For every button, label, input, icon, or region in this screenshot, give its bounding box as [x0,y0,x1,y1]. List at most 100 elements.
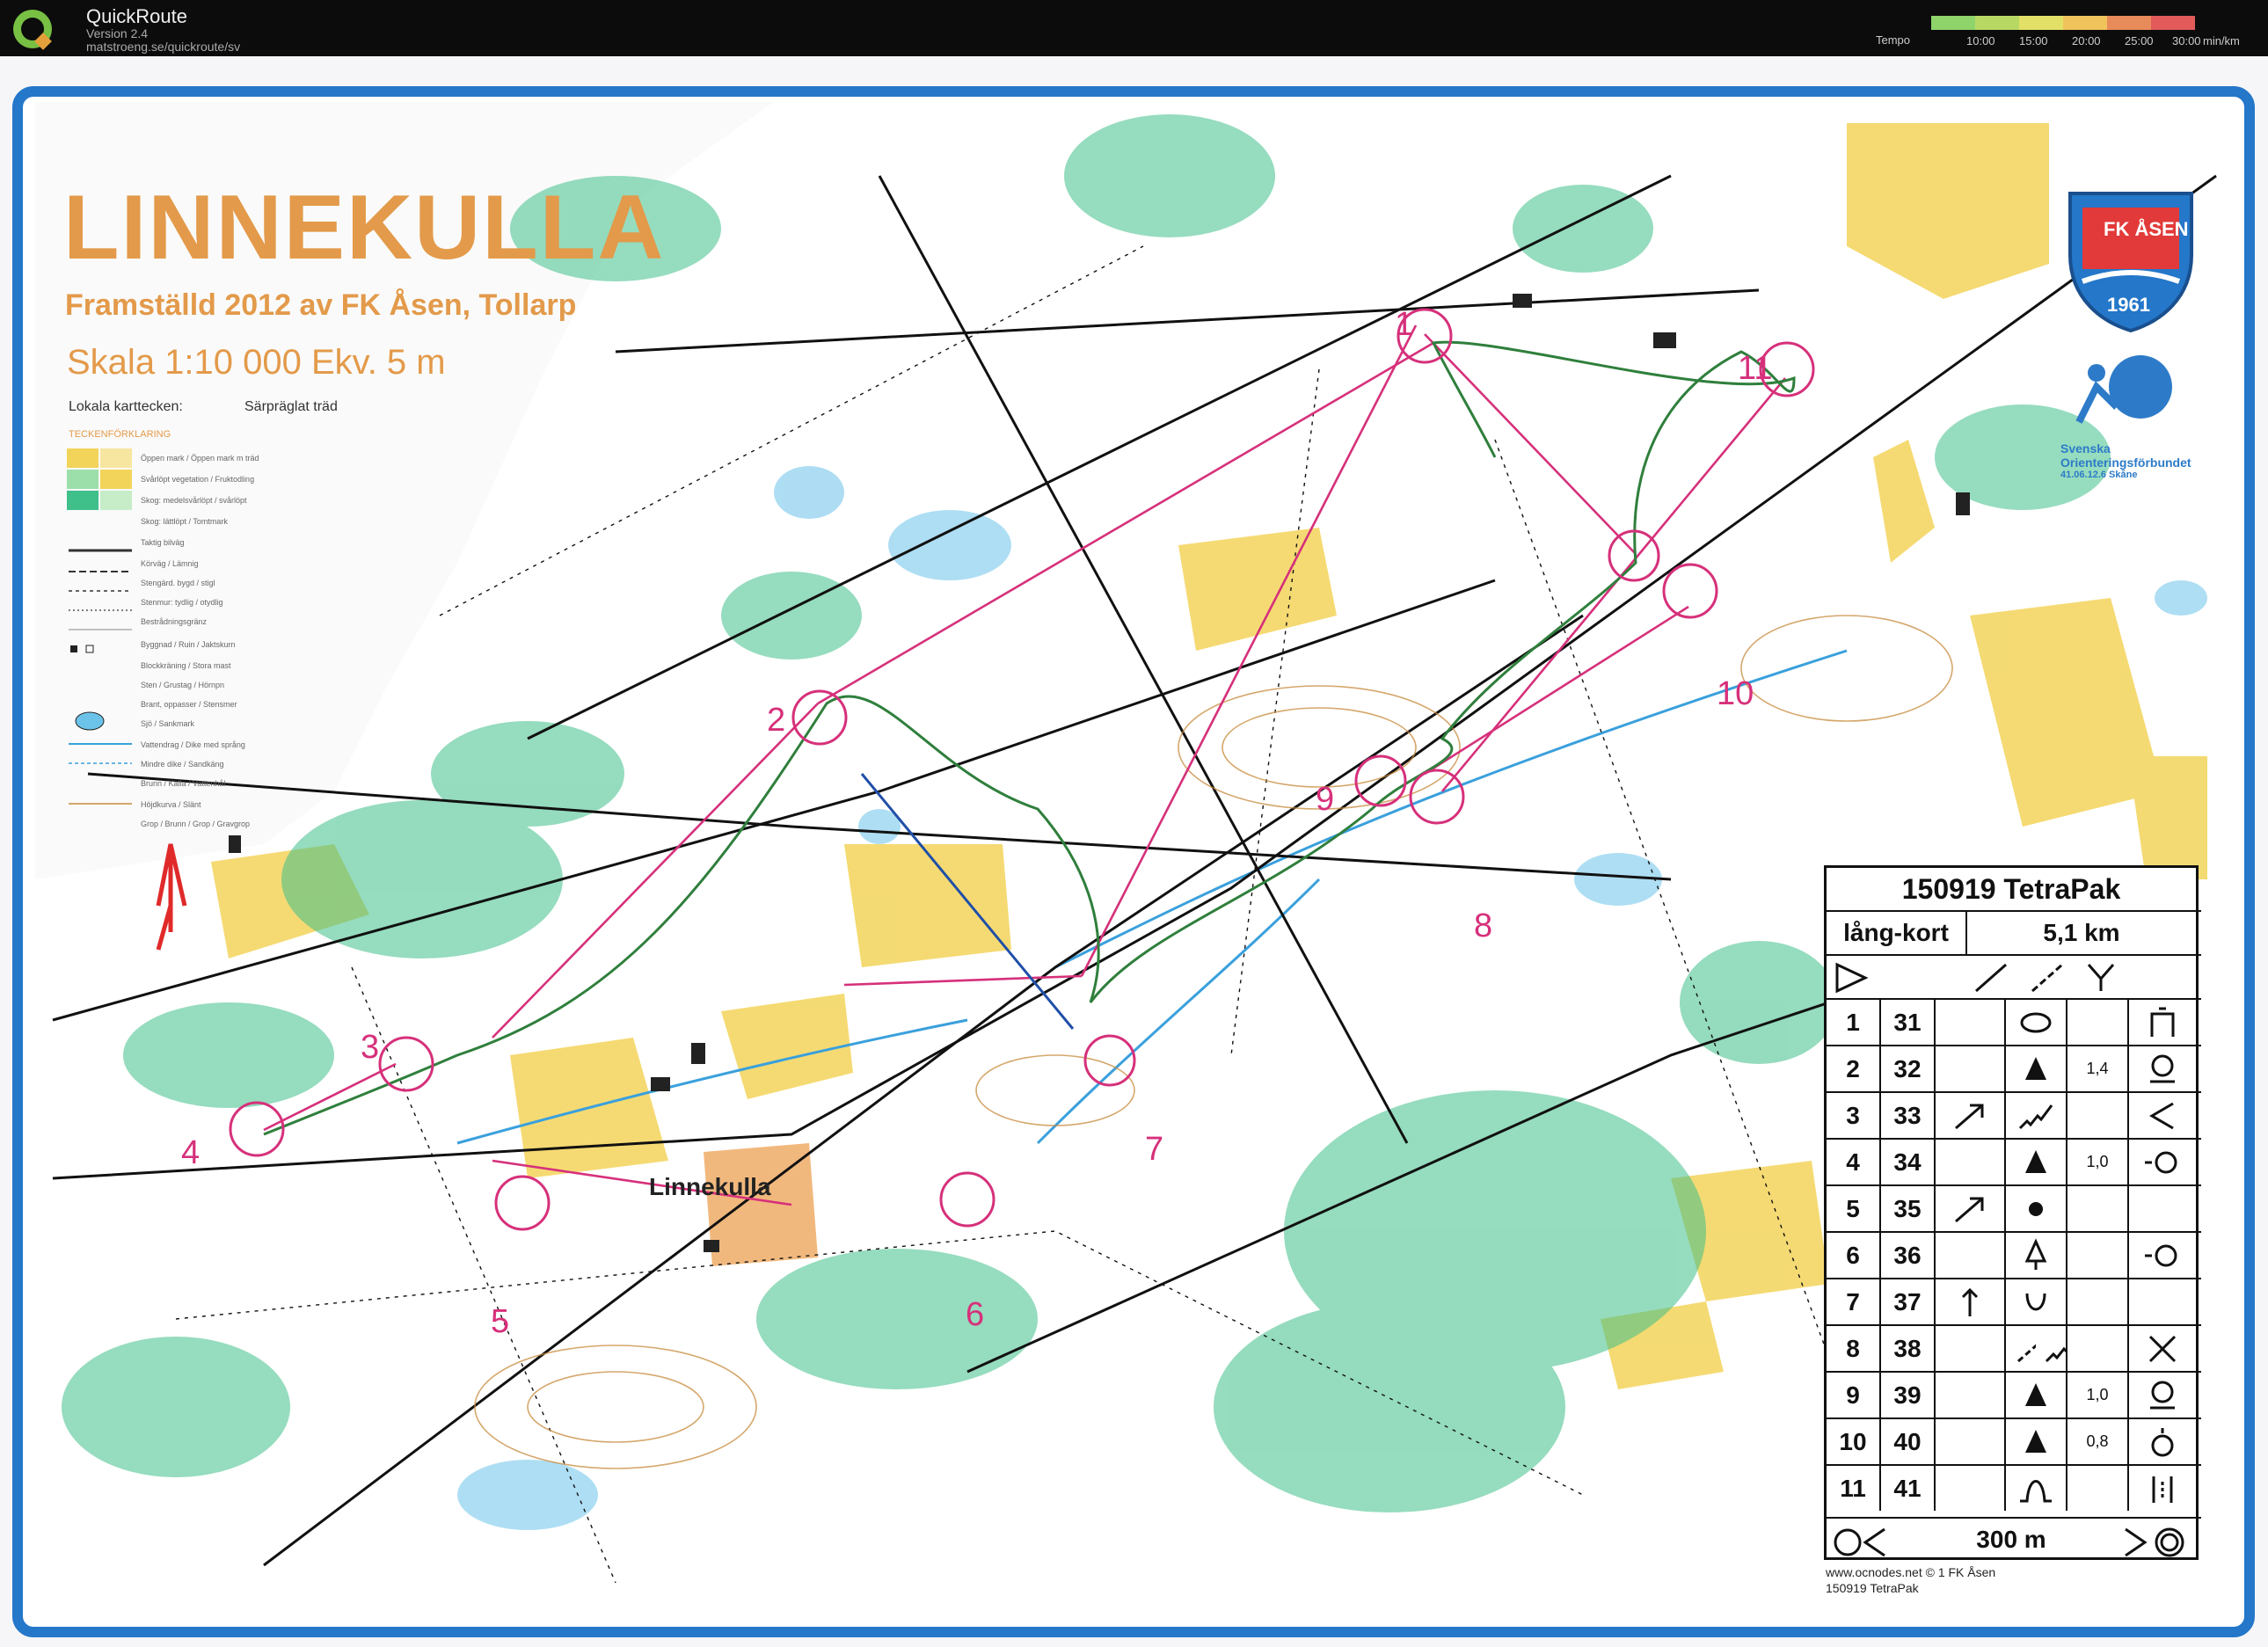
control-loc-cell [2129,1419,2196,1464]
arrow-up-icon [1961,1287,1979,1316]
legend-item: Brunn / Källa / Vattenhål [141,779,226,788]
control-order: 6 [1827,1233,1881,1278]
control-code: 31 [1881,1000,1936,1045]
control-dimension: 1,0 [2067,1373,2129,1417]
tempo-label: Tempo [1876,33,1911,47]
control-number[interactable]: 3 [361,1029,379,1067]
control-code: 35 [1881,1186,1936,1231]
legend-item: Stengärd. bygd / stigl [141,579,215,587]
finish-row: 300 m [1827,1517,2201,1563]
finish-start-icon [1834,1527,1885,1557]
slash-icon [2017,1344,2036,1362]
title-bar: QuickRoute Version 2.4 matstroeng.se/qui… [0,0,2268,56]
control-loc-cell [2129,1000,2196,1045]
quickroute-logo-icon [13,10,52,50]
control-code: 40 [1881,1419,1936,1464]
control-code: 39 [1881,1373,1936,1417]
start-feature-icon [1975,963,2115,993]
control-order: 11 [1827,1466,1881,1511]
control-number[interactable]: 4 [181,1134,200,1172]
description-row: 5 35 [1827,1184,2201,1231]
control-order: 4 [1827,1140,1881,1184]
control-number[interactable]: 7 [1145,1131,1163,1169]
control-loc-cell [2129,1279,2196,1324]
map-scale: Skala 1:10 000 Ekv. 5 m [67,343,446,382]
control-dir-cell [1936,1326,2006,1371]
control-number[interactable]: 2 [767,702,785,740]
bars-icon [2152,1476,2173,1503]
map-canvas[interactable]: LINNEKULLA Framställd 2012 av FK Åsen, T… [0,56,2268,1647]
legend-item: Skog: medelsvårlöpt / svårlöpt [141,496,247,505]
control-number[interactable]: 10 [1717,675,1754,713]
dot-icon [2029,1201,2043,1216]
control-dir-cell [1936,1466,2006,1511]
tempo-band [2151,16,2195,30]
control-number[interactable]: 6 [966,1296,984,1334]
control-feature-cell [2006,1233,2067,1278]
control-loc-cell [2129,1466,2196,1511]
bump-icon [2020,1479,2052,1502]
federation-name: Orienteringsförbundet [2060,455,2191,470]
local-symbols-label: Lokala karttecken: [69,399,183,414]
map-title: LINNEKULLA [63,177,666,279]
triangle-icon [2025,1382,2046,1406]
control-feature-cell [2006,1419,2067,1464]
legend-title: TECKENFÖRKLARING [69,429,171,440]
top-icon [2151,1427,2174,1456]
control-dimension: 1,0 [2067,1140,2129,1184]
control-number[interactable]: 11 [1738,350,1772,388]
control-dir-cell [1936,1279,2006,1324]
control-code: 32 [1881,1046,1936,1091]
ellipse-icon [2020,1012,2052,1032]
control-order: 5 [1827,1186,1881,1231]
local-symbol-item: Särpräglat träd [244,399,338,414]
legend-item: Byggnad / Ruin / Jaktskurn [141,640,236,649]
legend-swatches [67,448,132,805]
control-dimension [2067,1093,2129,1138]
wavy-icon [2018,1104,2053,1129]
control-dir-cell [1936,1186,2006,1231]
app-version: Version 2.4 [86,26,149,40]
control-dir-cell [1936,1000,2006,1045]
description-row: 1 31 [1827,998,2201,1045]
cross-icon [2148,1335,2177,1362]
description-row: 6 36 [1827,1231,2201,1278]
control-dimension [2067,1000,2129,1045]
legend-swatch [100,448,132,468]
legend-item: Mindre dike / Sandkäng [141,760,224,769]
tempo-tick: 10:00 [1966,34,1995,47]
app-url[interactable]: matstroeng.se/quickroute/sv [86,40,240,54]
description-row: 3 33 [1827,1091,2201,1138]
control-number[interactable]: 1 [1395,306,1413,344]
tempo-unit: min/km [2203,34,2240,47]
legend-item: Vattendrag / Dike med språng [141,740,245,749]
control-number[interactable]: 5 [491,1303,509,1341]
legend-swatch [100,491,132,510]
federation-name: Svenska [2060,441,2111,455]
legend-item: Stenmur: tydlig / otydlig [141,598,223,607]
control-number[interactable]: 9 [1316,781,1334,819]
village-label: Linnekulla [649,1173,771,1200]
control-loc-cell [2129,1373,2196,1417]
control-order: 8 [1827,1326,1881,1371]
control-dimension [2067,1233,2129,1278]
control-description-card: 150919 TetraPak lång-kort 5,1 km 1 31 2 32 1… [1824,865,2201,1563]
control-feature-cell [2006,1466,2067,1511]
control-order: 9 [1827,1373,1881,1417]
less-icon [2149,1102,2174,1129]
legend-item: Svårlöpt vegetation / Fruktodling [141,475,255,484]
control-dimension [2067,1186,2129,1231]
control-loc-cell [2129,1186,2196,1231]
foot-icon [2150,1054,2175,1082]
triangle-icon [2025,1056,2046,1080]
control-feature-cell [2006,1140,2067,1184]
control-feature-cell [2006,1279,2067,1324]
circle-side-icon [2145,1244,2177,1266]
legend-item: Taktig bilväg [141,538,185,547]
legend-swatch [100,470,132,489]
legend-item: Grop / Brunn / Grop / Gravgrop [141,820,251,828]
control-code: 36 [1881,1233,1936,1278]
cup-icon [2025,1293,2046,1310]
control-number[interactable]: 8 [1474,907,1492,945]
control-dir-cell [1936,1373,2006,1417]
